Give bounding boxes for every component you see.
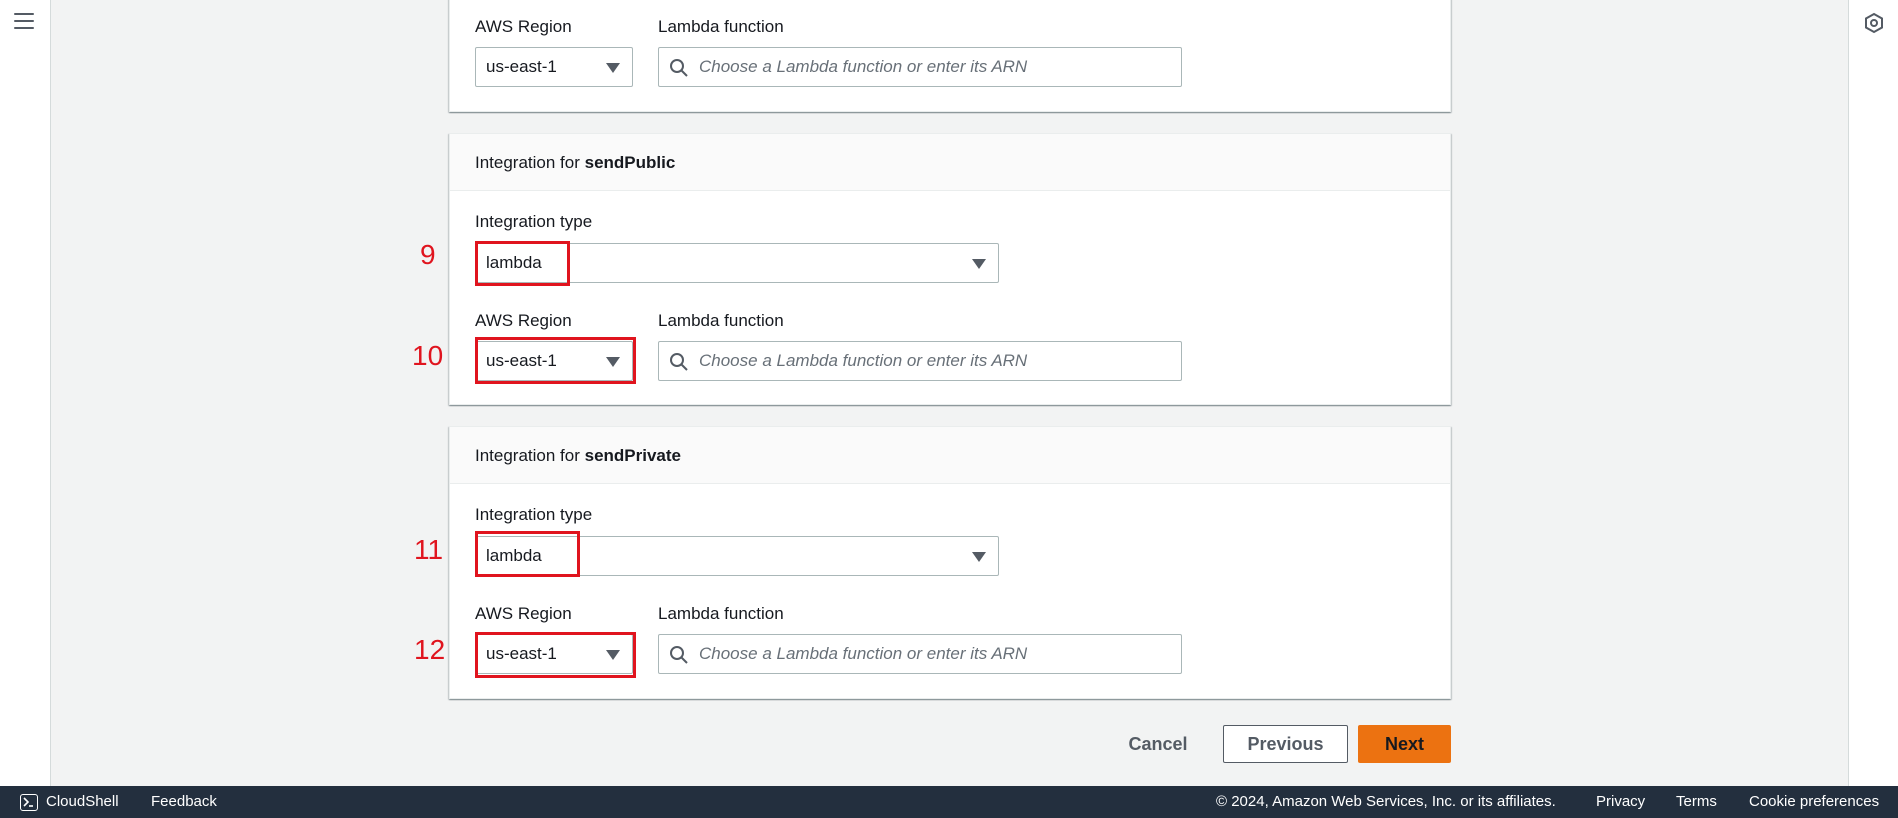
right-utility-rail (1848, 0, 1898, 786)
lambda-function-placeholder: Choose a Lambda function or enter its AR… (699, 57, 1028, 76)
annotation-number: 10 (412, 340, 444, 371)
caret-down-icon (606, 63, 620, 73)
annotation-box (475, 337, 636, 384)
hamburger-menu-icon[interactable] (14, 13, 34, 33)
copyright-text: © 2024, Amazon Web Services, Inc. or its… (1216, 793, 1556, 810)
integration-type-label: Integration type (475, 212, 593, 231)
lambda-function-input[interactable]: Choose a Lambda function or enter its AR… (658, 634, 1182, 674)
cancel-button[interactable]: Cancel (1110, 725, 1206, 763)
annotation-box (475, 531, 580, 577)
previous-button[interactable]: Previous (1223, 725, 1348, 763)
annotation-number: 12 (414, 634, 446, 665)
notifications-icon[interactable] (1863, 12, 1885, 34)
lambda-function-label: Lambda function (658, 604, 784, 623)
caret-down-icon (972, 259, 986, 269)
cookie-preferences-link[interactable]: Cookie preferences (1749, 786, 1879, 818)
aws-region-label: AWS Region (475, 311, 572, 330)
search-icon (670, 59, 688, 77)
annotation-box (475, 632, 636, 678)
lambda-function-placeholder: Choose a Lambda function or enter its AR… (699, 644, 1028, 663)
card-header: Integration for sendPublic (450, 134, 1450, 191)
aws-region-label: AWS Region (475, 604, 572, 623)
caret-down-icon (972, 552, 986, 562)
lambda-function-input[interactable]: Choose a Lambda function or enter its AR… (658, 47, 1182, 87)
annotation-number: 9 (420, 239, 436, 270)
route-name: sendPublic (584, 153, 676, 172)
left-nav-rail (0, 0, 51, 786)
cloudshell-label: CloudShell (46, 793, 119, 810)
search-icon (670, 646, 688, 664)
integration-card-previous: AWS Region us-east-1 Lambda function Cho… (449, 0, 1451, 112)
lambda-function-label: Lambda function (658, 311, 784, 330)
aws-region-label: AWS Region (475, 17, 572, 36)
lambda-function-placeholder: Choose a Lambda function or enter its AR… (699, 351, 1028, 370)
terms-link[interactable]: Terms (1676, 786, 1717, 818)
lambda-function-label: Lambda function (658, 17, 784, 36)
annotation-box (475, 241, 570, 286)
lambda-function-input[interactable]: Choose a Lambda function or enter its AR… (658, 341, 1182, 381)
card-header-prefix: Integration for (475, 153, 585, 172)
annotation-number: 11 (414, 534, 444, 565)
aws-region-value: us-east-1 (486, 57, 557, 76)
cloudshell-icon (20, 794, 38, 811)
privacy-link[interactable]: Privacy (1596, 786, 1645, 818)
card-header-prefix: Integration for (475, 446, 585, 465)
card-header: Integration for sendPrivate (450, 427, 1450, 484)
feedback-link[interactable]: Feedback (151, 786, 217, 818)
next-button[interactable]: Next (1358, 725, 1451, 763)
integration-type-label: Integration type (475, 505, 593, 524)
route-name: sendPrivate (584, 446, 682, 465)
search-icon (670, 353, 688, 371)
console-footer: CloudShell Feedback © 2024, Amazon Web S… (0, 786, 1898, 818)
aws-region-select[interactable]: us-east-1 (475, 47, 633, 87)
